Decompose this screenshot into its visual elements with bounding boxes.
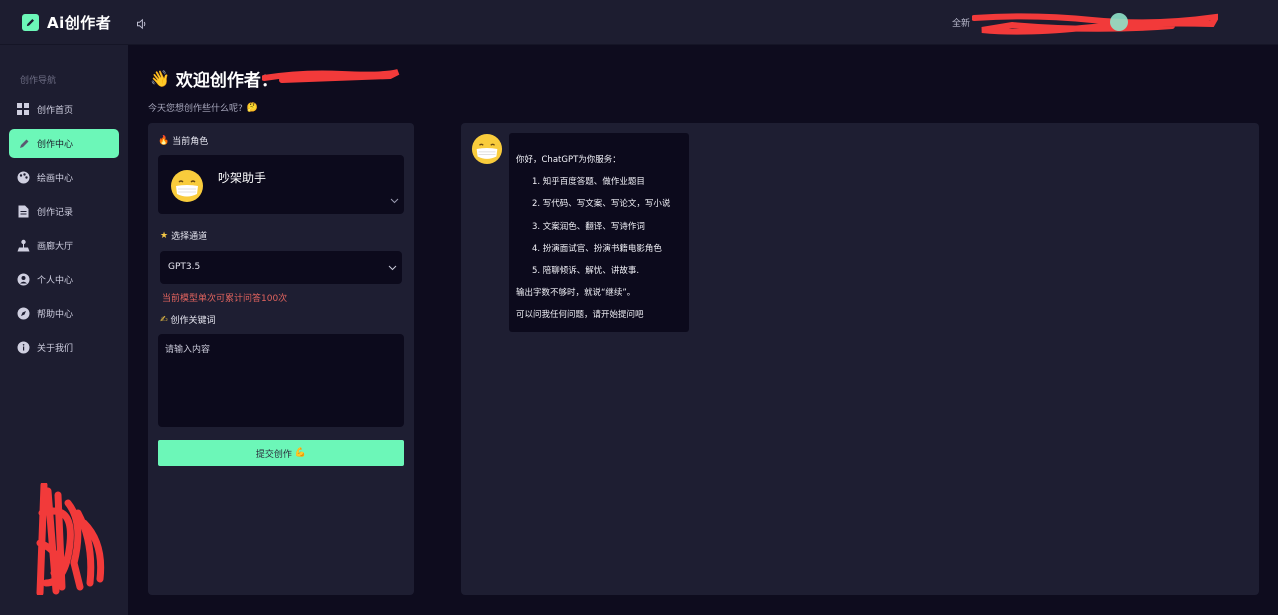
- star-icon: ★: [160, 230, 169, 241]
- mask-face-emoji-icon: [171, 170, 203, 202]
- header-notice: 全新: [952, 19, 971, 29]
- channel-section-label: ★ 选择通道: [160, 229, 208, 243]
- sidebar: 创作导航 创作首页 创作中心 绘画中心 创作记录 画廊大厅 个人中心 帮助中心 …: [0, 45, 128, 615]
- waving-hand-icon: 👋: [150, 69, 170, 88]
- channel-selected-value: GPT3.5: [168, 262, 201, 272]
- chat-list-item: 1. 知乎百度答题、做作业题目: [532, 177, 645, 188]
- submit-label: 提交创作: [255, 449, 292, 460]
- role-name: 吵架助手: [218, 171, 267, 185]
- chat-list-item: 2. 写代码、写文案、写论文，写小说: [532, 199, 671, 210]
- sidebar-item-label: 关于我们: [37, 344, 74, 354]
- chat-line-ask: 可以问我任何问题，请开始提问吧: [516, 310, 644, 321]
- sidebar-item-painting[interactable]: 绘画中心: [9, 163, 119, 192]
- chat-line-continue: 输出字数不够时，就说“继续”。: [516, 288, 636, 299]
- chat-list-item: 3. 文案润色、翻译、写诗作词: [532, 221, 645, 232]
- sidebar-item-label: 画廊大厅: [37, 242, 74, 252]
- submit-button[interactable]: 提交创作 💪: [158, 440, 404, 466]
- welcome-heading: 👋 欢迎创作者：: [150, 66, 278, 91]
- chat-list-item: 4. 扮演面试官、扮演书籍电影角色: [532, 243, 662, 254]
- chat-panel: 你好，ChatGPT为你服务： 1. 知乎百度答题、做作业题目 2. 写代码、写…: [461, 123, 1259, 595]
- channel-label: 选择通道: [171, 232, 208, 242]
- sidebar-item-help[interactable]: 帮助中心: [9, 299, 119, 328]
- page-subtitle: 今天您想创作些什么呢? 🤔: [148, 101, 258, 115]
- channel-select[interactable]: GPT3.5: [160, 251, 402, 284]
- chevron-down-icon: [388, 265, 397, 271]
- bot-avatar-mask-face-icon: [471, 133, 503, 165]
- user-icon: [17, 273, 30, 286]
- sidebar-item-label: 绘画中心: [37, 174, 74, 184]
- top-bar: Ai创作者 全新: [0, 0, 1278, 45]
- document-icon: [17, 205, 30, 218]
- sidebar-item-label: 创作中心: [37, 140, 74, 150]
- redacted-scribble: [36, 483, 105, 595]
- chat-message-bubble: 你好，ChatGPT为你服务： 1. 知乎百度答题、做作业题目 2. 写代码、写…: [509, 133, 689, 332]
- fire-icon: 🔥: [158, 135, 170, 146]
- flexed-bicep-icon: 💪: [294, 448, 307, 458]
- redacted-scribble: [262, 69, 400, 83]
- subtitle-text: 今天您想创作些什么呢?: [148, 104, 243, 114]
- thinking-face-icon: 🤔: [246, 102, 258, 113]
- role-section-label: 🔥 当前角色: [158, 134, 209, 148]
- compass-icon: [17, 307, 30, 320]
- keyword-label: 创作关键词: [170, 316, 216, 326]
- keyword-section-label: ✍ 创作关键词: [160, 313, 216, 327]
- joystick-icon: [17, 239, 30, 252]
- sidebar-item-label: 创作首页: [37, 106, 74, 116]
- redacted-scribble: [972, 13, 1218, 35]
- sidebar-nav: 创作首页 创作中心 绘画中心 创作记录 画廊大厅 个人中心 帮助中心 关于我们: [9, 95, 119, 367]
- sidebar-item-gallery[interactable]: 画廊大厅: [9, 231, 119, 260]
- chat-greeting: 你好，ChatGPT为你服务：: [516, 155, 621, 165]
- chevron-down-icon: [390, 198, 399, 204]
- role-selector[interactable]: 吵架助手: [158, 155, 404, 214]
- role-label: 当前角色: [172, 137, 209, 147]
- sidebar-item-label: 帮助中心: [37, 310, 74, 320]
- palette-icon: [17, 171, 30, 184]
- keyword-input[interactable]: [158, 334, 404, 427]
- speaker-icon[interactable]: [136, 15, 150, 30]
- pencil-icon: [22, 13, 39, 31]
- sidebar-item-about[interactable]: 关于我们: [9, 333, 119, 362]
- sidebar-item-profile[interactable]: 个人中心: [9, 265, 119, 294]
- grid-icon: [17, 103, 30, 116]
- sidebar-heading: 创作导航: [20, 76, 57, 86]
- sidebar-item-create[interactable]: 创作中心: [9, 129, 119, 158]
- writing-hand-icon: ✍: [160, 314, 168, 325]
- sidebar-item-records[interactable]: 创作记录: [9, 197, 119, 226]
- brush-icon: [17, 137, 30, 150]
- chat-list-item: 5. 陪聊倾诉、解忧、讲故事.: [532, 266, 640, 277]
- app-title: Ai创作者: [47, 13, 112, 32]
- user-avatar[interactable]: [1110, 13, 1128, 31]
- sidebar-item-home[interactable]: 创作首页: [9, 95, 119, 124]
- info-icon: [17, 341, 30, 354]
- app-logo[interactable]: Ai创作者: [22, 12, 111, 32]
- sidebar-item-label: 创作记录: [37, 208, 74, 218]
- creation-form-panel: 🔥 当前角色 吵架助手 ★ 选择通道 GPT3.5 当前模型单次可累计问答100…: [148, 123, 414, 595]
- channel-hint: 当前模型单次可累计问答100次: [162, 294, 288, 304]
- sidebar-item-label: 个人中心: [37, 276, 74, 286]
